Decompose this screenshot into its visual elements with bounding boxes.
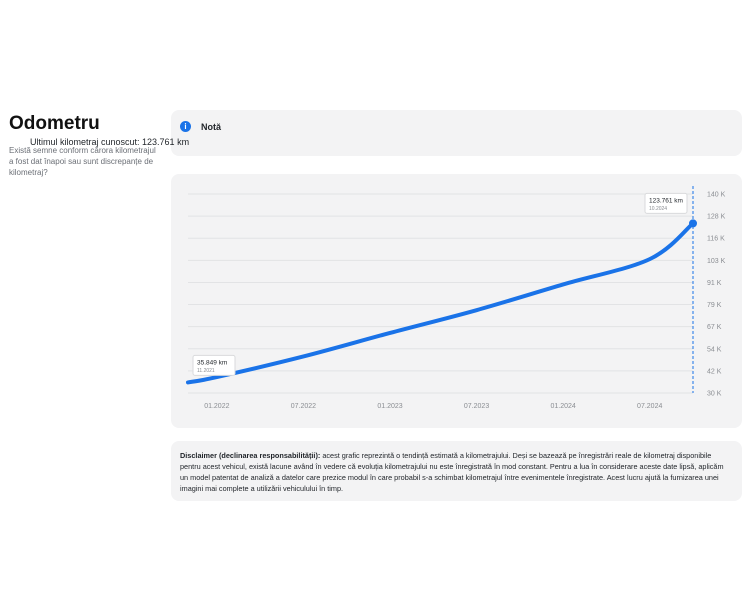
x-tick-label: 07.2024 bbox=[637, 403, 662, 410]
start-label-date: 11.2021 bbox=[197, 368, 215, 374]
y-tick-label: 42 K bbox=[707, 368, 722, 375]
odometer-series-line bbox=[186, 221, 695, 385]
x-tick-label: 01.2023 bbox=[377, 403, 402, 410]
y-tick-label: 140 K bbox=[707, 192, 726, 199]
y-tick-label: 128 K bbox=[707, 214, 726, 221]
page-title: Odometru bbox=[9, 113, 100, 134]
y-tick-label: 103 K bbox=[707, 258, 726, 265]
info-icon: i bbox=[180, 121, 191, 132]
disclaimer-text: Disclaimer (declinarea responsabilității… bbox=[180, 450, 733, 494]
latest-point bbox=[689, 219, 697, 228]
disclaimer-card: Disclaimer (declinarea responsabilității… bbox=[171, 441, 742, 501]
y-tick-label: 79 K bbox=[707, 302, 722, 309]
y-tick-label: 30 K bbox=[707, 391, 722, 398]
y-tick-label: 116 K bbox=[707, 236, 725, 243]
page-question: Există semne conform cărora kilometrajul… bbox=[9, 146, 156, 177]
end-label-date: 10.2024 bbox=[649, 206, 667, 212]
odometer-chart: 140 K 128 K 116 K 103 K 91 K 79 K 67 K 54 K 42 K… bbox=[186, 186, 726, 410]
note-card: i Notă bbox=[171, 110, 742, 156]
disclaimer-label: Disclaimer (declinarea responsabilității… bbox=[180, 451, 321, 460]
note-title: Notă bbox=[201, 122, 221, 132]
note-text: Ultimul kilometraj cunoscut: 123.761 km bbox=[30, 137, 190, 147]
x-tick-label: 07.2023 bbox=[464, 403, 489, 410]
end-label-value: 123.761 km bbox=[649, 197, 683, 204]
y-tick-label: 67 K bbox=[707, 324, 722, 331]
x-tick-label: 07.2022 bbox=[291, 403, 316, 410]
x-tick-label: 01.2022 bbox=[204, 403, 229, 410]
odometer-chart-card: 140 K 128 K 116 K 103 K 91 K 79 K 67 K 54 K 42 K… bbox=[171, 174, 742, 428]
start-label-value: 35.849 km bbox=[197, 359, 227, 366]
x-tick-label: 01.2024 bbox=[550, 403, 575, 410]
y-tick-label: 91 K bbox=[707, 280, 722, 287]
y-tick-label: 54 K bbox=[707, 346, 722, 353]
